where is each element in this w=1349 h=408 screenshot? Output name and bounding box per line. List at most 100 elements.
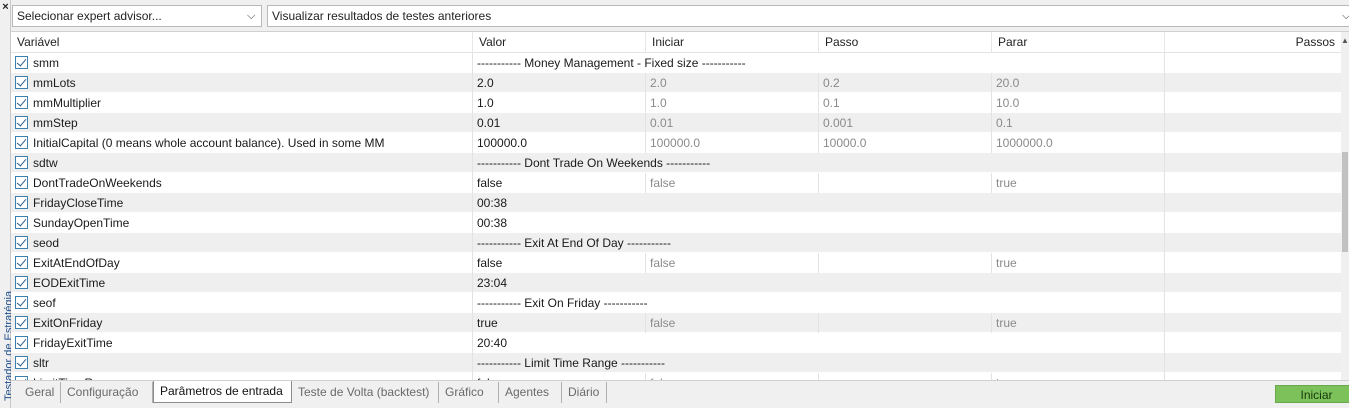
table-row[interactable]: mmLots 2.0 2.0 0.2 20.0	[11, 73, 1341, 93]
tab-par-metros-de-entrada[interactable]: Parâmetros de entrada	[153, 381, 292, 403]
step-cell[interactable]: 0.001	[819, 113, 992, 133]
variable-name: sltr	[11, 353, 473, 373]
value-cell[interactable]: 2.0	[473, 73, 646, 93]
table-row[interactable]: LimitTimeRangefalsefalsetrue	[11, 373, 1341, 380]
step-cell[interactable]	[819, 253, 992, 273]
header-steps[interactable]: Passos	[1165, 32, 1341, 53]
table-row[interactable]: InitialCapital (0 means whole account ba…	[11, 133, 1341, 153]
start-cell[interactable]: false	[646, 173, 819, 193]
table-row[interactable]: DontTradeOnWeekends false false true	[11, 173, 1341, 193]
value-cell[interactable]: 23:04	[473, 273, 1165, 293]
value-cell[interactable]: false	[473, 173, 646, 193]
header-value[interactable]: Valor	[473, 32, 646, 53]
chevron-down-icon: ⌵	[247, 10, 256, 22]
table-row[interactable]: ExitOnFriday true false true	[11, 313, 1341, 333]
steps-cell	[1165, 333, 1341, 353]
variable-name: InitialCapital (0 means whole account ba…	[11, 133, 473, 153]
variable-name: mmLots	[11, 73, 473, 93]
close-icon[interactable]: ×	[1, 2, 10, 13]
stop-cell[interactable]: true	[992, 313, 1165, 333]
header-start[interactable]: Iniciar	[646, 32, 819, 53]
variable-name: LimitTimeRange	[11, 373, 473, 380]
header-stop[interactable]: Parar	[992, 32, 1165, 53]
stop-cell[interactable]: true	[992, 173, 1165, 193]
table-row[interactable]: seof ----------- Exit On Friday ---------…	[11, 293, 1341, 313]
table-row[interactable]: SundayOpenTime 00:38	[11, 213, 1341, 233]
steps-cell	[1165, 73, 1341, 93]
start-cell[interactable]: 1.0	[646, 93, 819, 113]
table-row[interactable]: ExitAtEndOfDay false false true	[11, 253, 1341, 273]
stop-cell[interactable]: 1000000.0	[992, 133, 1165, 153]
scrollbar-thumb[interactable]	[1342, 152, 1348, 252]
header-variable[interactable]: Variável	[11, 32, 473, 53]
start-cell[interactable]: false	[646, 373, 819, 380]
table-row[interactable]: FridayCloseTime 00:38	[11, 193, 1341, 213]
separator-value[interactable]: ----------- Money Management - Fixed siz…	[473, 53, 1165, 73]
table-row[interactable]: FridayExitTime 20:40	[11, 333, 1341, 353]
start-cell[interactable]: 0.01	[646, 113, 819, 133]
step-cell[interactable]	[819, 173, 992, 193]
value-cell[interactable]: false	[473, 253, 646, 273]
stop-cell[interactable]: 10.0	[992, 93, 1165, 113]
previous-results-select[interactable]: Visualizar resultados de testes anterior…	[267, 5, 1349, 27]
step-cell[interactable]	[819, 313, 992, 333]
separator-value[interactable]: ----------- Exit On Friday -----------	[473, 293, 1165, 313]
start-cell[interactable]: 2.0	[646, 73, 819, 93]
start-cell[interactable]: 100000.0	[646, 133, 819, 153]
stop-cell[interactable]: 20.0	[992, 73, 1165, 93]
stop-cell[interactable]: true	[992, 373, 1165, 380]
value-cell[interactable]: 20:40	[473, 333, 1165, 353]
steps-cell	[1165, 213, 1341, 233]
value-cell[interactable]: 0.01	[473, 113, 646, 133]
variable-name: DontTradeOnWeekends	[11, 173, 473, 193]
steps-cell	[1165, 173, 1341, 193]
value-cell[interactable]: 100000.0	[473, 133, 646, 153]
value-cell[interactable]: true	[473, 313, 646, 333]
variable-name: seod	[11, 233, 473, 253]
steps-cell	[1165, 153, 1341, 173]
top-toolbar: Selecionar expert advisor... ⌵ Visualiza…	[11, 0, 1349, 31]
start-cell[interactable]: false	[646, 253, 819, 273]
stop-cell[interactable]: 0.1	[992, 113, 1165, 133]
expert-advisor-select-label: Selecionar expert advisor...	[17, 9, 162, 23]
variable-name: seof	[11, 293, 473, 313]
vertical-scrollbar[interactable]: ▲	[1341, 32, 1349, 380]
table-row[interactable]: mmMultiplier 1.0 1.0 0.1 10.0	[11, 93, 1341, 113]
expert-advisor-select[interactable]: Selecionar expert advisor... ⌵	[12, 5, 262, 27]
start-cell[interactable]: false	[646, 313, 819, 333]
steps-cell	[1165, 373, 1341, 380]
step-cell[interactable]: 0.1	[819, 93, 992, 113]
separator-value[interactable]: ----------- Dont Trade On Weekends -----…	[473, 153, 1165, 173]
variable-name: sdtw	[11, 153, 473, 173]
separator-value[interactable]: ----------- Exit At End Of Day ---------…	[473, 233, 1165, 253]
tab-configura-o[interactable]: Configuração	[61, 382, 153, 403]
separator-value[interactable]: ----------- Limit Time Range -----------	[473, 353, 1165, 373]
table-row[interactable]: sdtw ----------- Dont Trade On Weekends -…	[11, 153, 1341, 173]
variable-name: ExitAtEndOfDay	[11, 253, 473, 273]
step-cell[interactable]: 10000.0	[819, 133, 992, 153]
variable-name: FridayExitTime	[11, 333, 473, 353]
steps-cell	[1165, 273, 1341, 293]
stop-cell[interactable]: true	[992, 253, 1165, 273]
table-row[interactable]: sltr ----------- Limit Time Range -------…	[11, 353, 1341, 373]
table-row[interactable]: EODExitTime 23:04	[11, 273, 1341, 293]
tab-di-rio[interactable]: Diário	[562, 382, 607, 403]
value-cell[interactable]: 1.0	[473, 93, 646, 113]
value-cell[interactable]: 00:38	[473, 193, 1165, 213]
tab-gr-fico[interactable]: Gráfico	[439, 382, 499, 403]
header-step[interactable]: Passo	[819, 32, 992, 53]
variable-name: smm	[11, 53, 473, 73]
table-row[interactable]: mmStep 0.01 0.01 0.001 0.1	[11, 113, 1341, 133]
chevron-down-icon: ⌵	[1342, 6, 1349, 26]
value-cell[interactable]: 00:38	[473, 213, 1165, 233]
table-row[interactable]: smm ----------- Money Management - Fixed …	[11, 53, 1341, 73]
table-row[interactable]: seod ----------- Exit At End Of Day -----…	[11, 233, 1341, 253]
value-cell[interactable]: false	[473, 373, 646, 380]
step-cell[interactable]: 0.2	[819, 73, 992, 93]
step-cell[interactable]	[819, 373, 992, 380]
tab-agentes[interactable]: Agentes	[499, 382, 562, 403]
tab-teste-de-volta-backtest[interactable]: Teste de Volta (backtest)	[292, 382, 439, 403]
tab-geral[interactable]: Geral	[19, 382, 61, 403]
scroll-up-arrow-icon[interactable]: ▲	[1341, 32, 1349, 49]
start-button[interactable]: Iniciar	[1275, 385, 1349, 403]
